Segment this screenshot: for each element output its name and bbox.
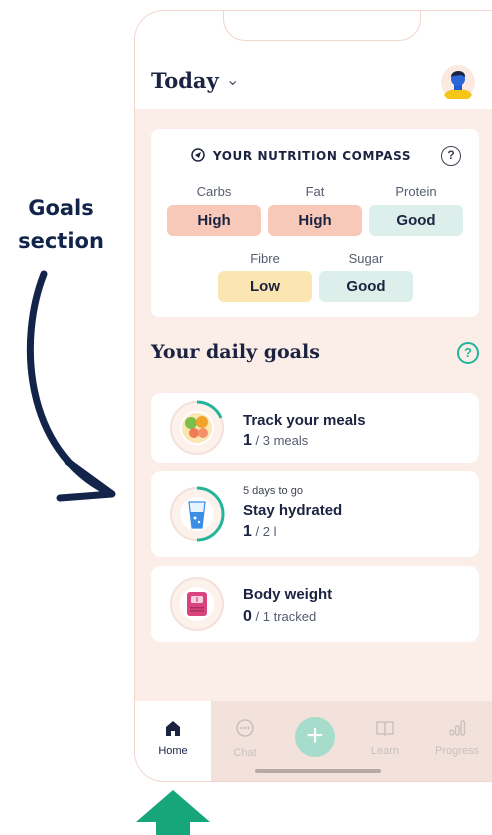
goal-card-weight[interactable]: Body weight 0 / 1 tracked xyxy=(151,566,479,642)
goal-progress: 0 / 1 tracked xyxy=(243,608,316,626)
up-arrow-icon xyxy=(136,790,210,835)
compass-icon xyxy=(191,148,205,162)
protein-label: Protein xyxy=(395,184,437,199)
goal-total: / 2 l xyxy=(251,524,277,539)
fat-chip[interactable]: High xyxy=(268,205,362,236)
fibre-chip[interactable]: Low xyxy=(218,271,312,302)
goals-help-icon[interactable]: ? xyxy=(457,342,479,364)
goal-total: / 3 meals xyxy=(251,433,309,448)
page-title[interactable]: Today xyxy=(151,68,219,93)
phone-screen: Today ⌄ YOUR NUTRITION COMPASS ? Carbs F… xyxy=(134,10,492,782)
nav-label-progress: Progress xyxy=(434,745,480,757)
sugar-label: Sugar xyxy=(348,251,384,266)
nav-label-chat: Chat xyxy=(233,747,257,759)
compass-title: YOUR NUTRITION COMPASS xyxy=(212,149,412,163)
book-icon xyxy=(376,721,394,737)
goal-card-meals[interactable]: Track your meals 1 / 3 meals xyxy=(151,393,479,463)
goal-name: Track your meals xyxy=(243,412,366,429)
goal-name: Body weight xyxy=(243,586,333,603)
goal-name: Stay hydrated xyxy=(243,502,343,519)
chat-icon xyxy=(236,719,254,737)
add-icon[interactable]: + xyxy=(295,717,335,757)
fibre-label: Fibre xyxy=(250,251,280,266)
carbs-label: Carbs xyxy=(196,184,232,199)
scale-icon xyxy=(170,577,224,631)
chevron-down-icon[interactable]: ⌄ xyxy=(226,70,239,90)
nav-item-learn[interactable]: Learn xyxy=(355,719,415,757)
protein-chip[interactable]: Good xyxy=(369,205,463,236)
goal-current: 1 xyxy=(243,432,252,449)
goal-days-left: 5 days to go xyxy=(243,485,303,497)
nav-item-chat[interactable]: Chat xyxy=(215,719,275,759)
goal-current: 0 xyxy=(243,608,252,625)
nav-item-progress[interactable]: Progress xyxy=(427,719,487,757)
home-icon xyxy=(166,721,180,736)
water-glass-icon xyxy=(170,486,225,542)
home-indicator xyxy=(255,769,381,773)
annotation-line-1: Goals xyxy=(28,196,94,220)
nutrition-compass-card[interactable]: YOUR NUTRITION COMPASS ? Carbs Fat Prote… xyxy=(151,129,479,317)
phone-notch xyxy=(223,11,421,41)
annotation-line-2: section xyxy=(18,229,104,253)
nav-label-home: Home xyxy=(158,745,188,757)
meal-plate-icon xyxy=(170,400,224,455)
fat-label: Fat xyxy=(305,184,325,199)
goal-progress: 1 / 3 meals xyxy=(243,432,308,450)
goal-current: 1 xyxy=(243,523,252,540)
goal-card-hydration[interactable]: 5 days to go Stay hydrated 1 / 2 l xyxy=(151,471,479,557)
compass-help-icon[interactable]: ? xyxy=(441,146,461,166)
user-avatar-icon[interactable] xyxy=(441,65,475,99)
sugar-chip[interactable]: Good xyxy=(319,271,413,302)
curved-arrow-icon xyxy=(26,270,116,502)
nav-item-home[interactable]: Home xyxy=(143,719,203,757)
goals-section-title: Your daily goals xyxy=(151,341,320,363)
goal-total: / 1 tracked xyxy=(251,609,317,624)
carbs-chip[interactable]: High xyxy=(167,205,261,236)
goal-progress: 1 / 2 l xyxy=(243,523,276,541)
annotation-label: Goals section xyxy=(0,192,122,258)
compass-heading: YOUR NUTRITION COMPASS xyxy=(151,148,451,163)
nav-label-learn: Learn xyxy=(370,745,400,757)
bar-chart-icon xyxy=(449,720,466,736)
